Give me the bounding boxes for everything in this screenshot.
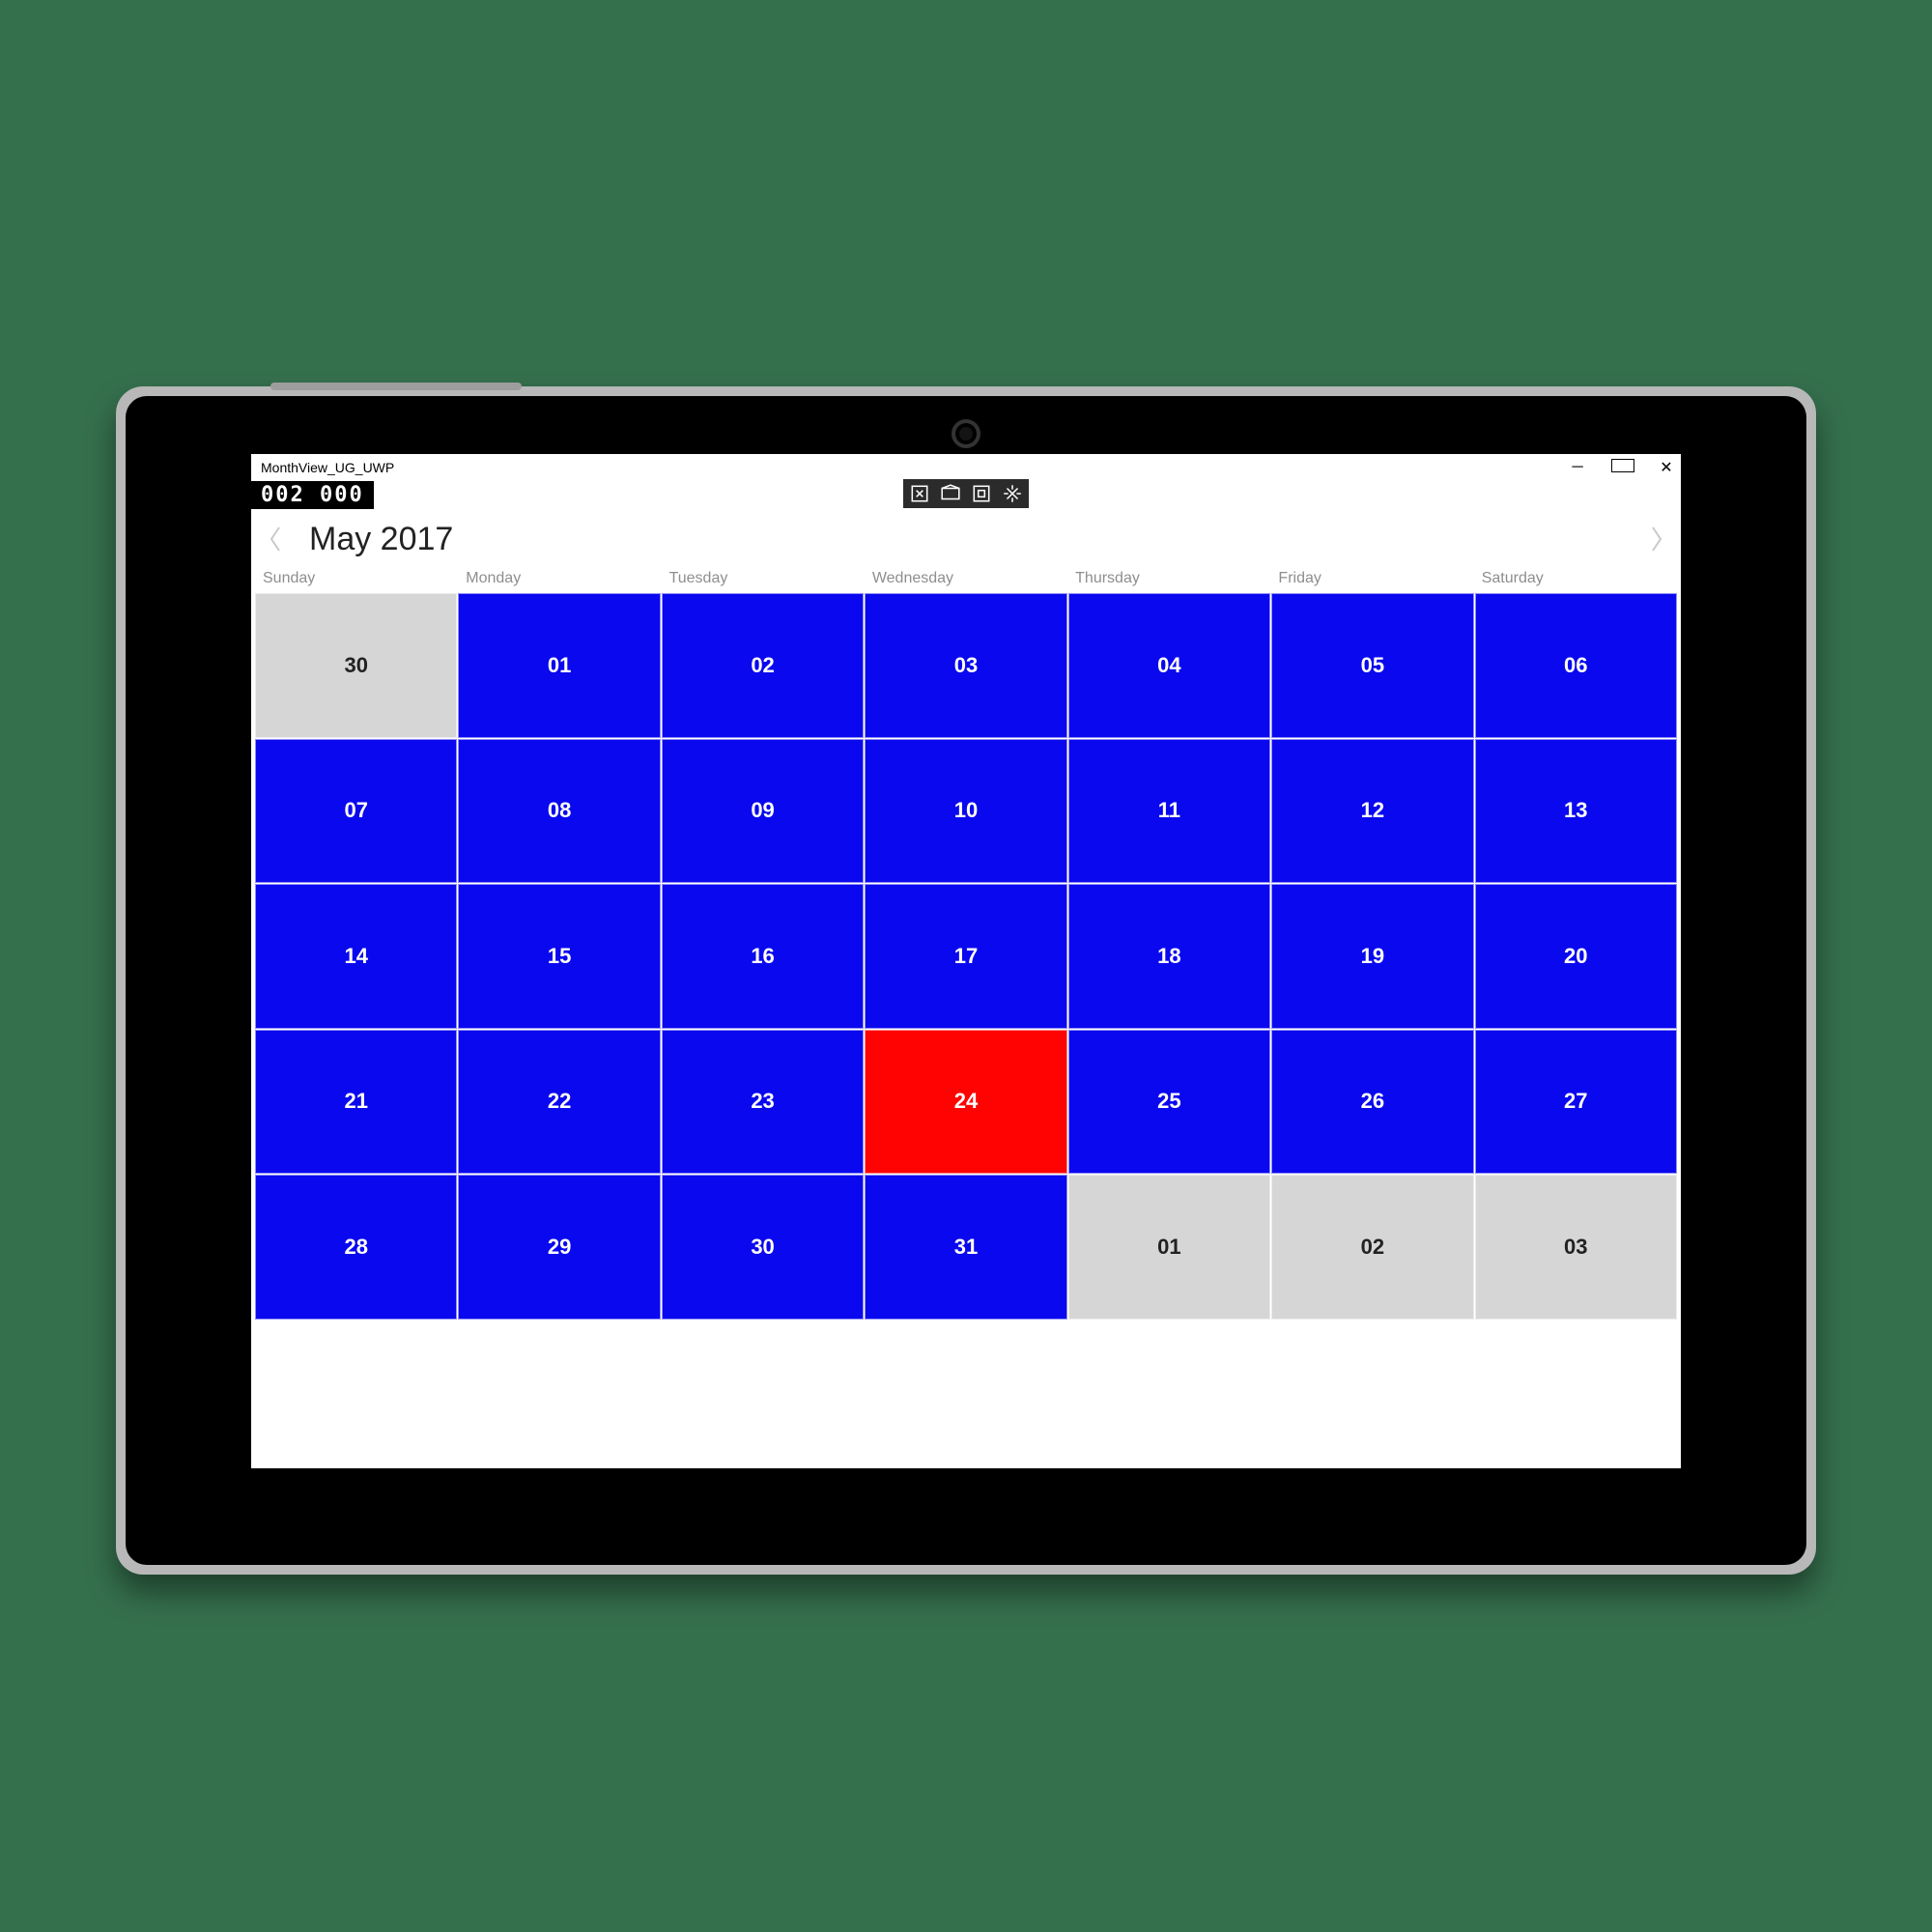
maximize-button[interactable] <box>1611 459 1633 477</box>
day-cell[interactable]: 04 <box>1068 593 1270 738</box>
day-cell[interactable]: 26 <box>1271 1030 1473 1175</box>
day-cell[interactable]: 25 <box>1068 1030 1270 1175</box>
window-title: MonthView_UG_UWP <box>257 460 394 475</box>
calendar-header: May 2017 <box>251 506 1681 564</box>
day-cell[interactable]: 16 <box>662 884 864 1029</box>
day-cell[interactable]: 12 <box>1271 739 1473 884</box>
day-cell[interactable]: 21 <box>255 1030 457 1175</box>
day-cell[interactable]: 31 <box>865 1175 1066 1320</box>
weekday-label: Monday <box>458 570 661 587</box>
month-title: May 2017 <box>309 521 453 558</box>
day-cell[interactable]: 28 <box>255 1175 457 1320</box>
weekday-label: Saturday <box>1474 570 1677 587</box>
weekday-label: Friday <box>1270 570 1473 587</box>
day-cell[interactable]: 22 <box>458 1030 660 1175</box>
tablet-button-ridge <box>270 383 522 390</box>
tablet-screen-bezel: MonthView_UG_UWP ─ ✕ 002 000 <box>126 396 1806 1565</box>
tablet-camera <box>952 419 980 448</box>
day-cell[interactable]: 30 <box>255 593 457 738</box>
window-controls: ─ ✕ <box>1567 454 1677 481</box>
dev-tool-tray[interactable] <box>903 479 1029 508</box>
visual-tree-icon[interactable] <box>940 483 961 504</box>
day-cell[interactable]: 20 <box>1475 884 1677 1029</box>
day-cell[interactable]: 30 <box>662 1175 864 1320</box>
day-cell[interactable]: 05 <box>1271 593 1473 738</box>
day-cell[interactable]: 06 <box>1475 593 1677 738</box>
layout-bounds-icon[interactable] <box>971 483 992 504</box>
close-button[interactable]: ✕ <box>1656 458 1677 477</box>
weekday-label: Thursday <box>1067 570 1270 587</box>
fps-counter: 002 000 <box>251 481 374 509</box>
calendar-grid: 3001020304050607080910111213141516171819… <box>251 593 1681 1468</box>
day-cell[interactable]: 02 <box>662 593 864 738</box>
day-cell[interactable]: 18 <box>1068 884 1270 1029</box>
minimize-button[interactable]: ─ <box>1567 459 1588 476</box>
tablet-frame: MonthView_UG_UWP ─ ✕ 002 000 <box>116 386 1816 1575</box>
pointer-mode-icon[interactable] <box>909 483 930 504</box>
hot-reload-icon[interactable] <box>1002 483 1023 504</box>
app-window: MonthView_UG_UWP ─ ✕ 002 000 <box>251 454 1681 1468</box>
weekday-header: Sunday Monday Tuesday Wednesday Thursday… <box>251 564 1681 593</box>
day-cell[interactable]: 08 <box>458 739 660 884</box>
day-cell[interactable]: 19 <box>1271 884 1473 1029</box>
day-cell[interactable]: 24 <box>865 1030 1066 1175</box>
day-cell[interactable]: 02 <box>1271 1175 1473 1320</box>
day-cell[interactable]: 15 <box>458 884 660 1029</box>
day-cell[interactable]: 17 <box>865 884 1066 1029</box>
day-cell[interactable]: 07 <box>255 739 457 884</box>
day-cell[interactable]: 03 <box>1475 1175 1677 1320</box>
weekday-label: Sunday <box>255 570 458 587</box>
window-titlebar: MonthView_UG_UWP ─ ✕ <box>251 454 1681 481</box>
day-cell[interactable]: 14 <box>255 884 457 1029</box>
day-cell[interactable]: 29 <box>458 1175 660 1320</box>
next-month-button[interactable] <box>1646 520 1667 558</box>
day-cell[interactable]: 09 <box>662 739 864 884</box>
day-cell[interactable]: 01 <box>458 593 660 738</box>
weekday-label: Tuesday <box>662 570 865 587</box>
day-cell[interactable]: 11 <box>1068 739 1270 884</box>
day-cell[interactable]: 01 <box>1068 1175 1270 1320</box>
day-cell[interactable]: 10 <box>865 739 1066 884</box>
weekday-label: Wednesday <box>865 570 1067 587</box>
day-cell[interactable]: 27 <box>1475 1030 1677 1175</box>
day-cell[interactable]: 13 <box>1475 739 1677 884</box>
prev-month-button[interactable] <box>265 520 286 558</box>
day-cell[interactable]: 03 <box>865 593 1066 738</box>
day-cell[interactable]: 23 <box>662 1030 864 1175</box>
